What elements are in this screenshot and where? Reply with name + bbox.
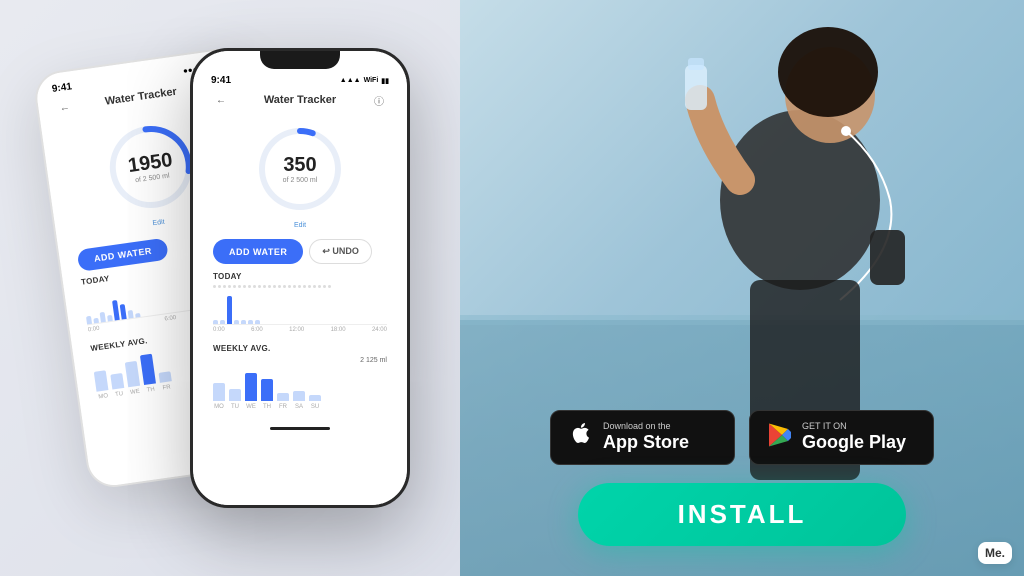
google-play-text: GET IT ON Google Play bbox=[802, 421, 906, 453]
fg-status-icons: ▲▲▲ WiFi ▮▮ bbox=[340, 77, 389, 85]
fg-circle-progress: 350 of 2 500 ml bbox=[255, 124, 345, 214]
bg-status-time: 9:41 bbox=[51, 81, 72, 95]
fg-status-time: 9:41 bbox=[211, 75, 231, 86]
app-store-text: Download on the App Store bbox=[603, 421, 689, 453]
fg-today-chart: 0:006:0012:0018:0024:00 bbox=[201, 290, 399, 340]
google-play-sub: GET IT ON bbox=[802, 421, 906, 432]
bg-back-icon[interactable]: ← bbox=[56, 98, 74, 116]
fg-nav-title: Water Tracker bbox=[264, 94, 336, 106]
apple-icon bbox=[569, 421, 593, 454]
phones-container: 9:41 ●●●WiFi▮ ← Water Tracker ⓘ bbox=[50, 28, 410, 548]
app-store-main: App Store bbox=[603, 432, 689, 454]
bg-edit-link[interactable]: Edit bbox=[152, 219, 165, 228]
app-store-button[interactable]: Download on the App Store bbox=[550, 410, 735, 465]
fg-weekly-label: WEEKLY AVG. bbox=[201, 344, 399, 353]
fg-weekly-chart: MO TU WE TH FR SA SU bbox=[201, 366, 399, 421]
fg-weekly-amount: 2 125 ml bbox=[201, 357, 399, 364]
fg-today-label: TODAY bbox=[201, 272, 399, 281]
fg-dot-grid bbox=[201, 285, 399, 288]
app-store-sub: Download on the bbox=[603, 421, 689, 432]
fg-edit-link[interactable]: Edit bbox=[294, 222, 306, 229]
fg-circle-sub: of 2 500 ml bbox=[283, 177, 318, 184]
fg-undo-btn[interactable]: ↩ UNDO bbox=[309, 239, 372, 264]
fg-back-icon[interactable]: ← bbox=[213, 92, 229, 108]
google-play-button[interactable]: GET IT ON Google Play bbox=[749, 410, 934, 464]
google-play-icon bbox=[768, 422, 792, 453]
right-panel: Download on the App Store GET IT ON Go bbox=[460, 0, 1024, 576]
bg-circle-progress: 1950 of 2 500 ml bbox=[100, 116, 202, 218]
google-play-main: Google Play bbox=[802, 432, 906, 454]
fg-add-water-btn[interactable]: ADD WATER bbox=[213, 239, 303, 264]
fg-circle-value: 350 bbox=[283, 155, 316, 175]
fg-info-icon[interactable]: ⓘ bbox=[371, 92, 387, 108]
install-button[interactable]: INSTALL bbox=[578, 483, 907, 546]
fg-action-buttons: ADD WATER ↩ UNDO bbox=[201, 235, 399, 268]
right-content-overlay: Download on the App Store GET IT ON Go bbox=[460, 410, 1024, 546]
store-buttons-group: Download on the App Store GET IT ON Go bbox=[550, 410, 934, 465]
phone-foreground: 9:41 ▲▲▲ WiFi ▮▮ ← Water Tracker ⓘ bbox=[190, 48, 410, 508]
left-panel: 9:41 ●●●WiFi▮ ← Water Tracker ⓘ bbox=[0, 0, 460, 576]
bg-nav-title: Water Tracker bbox=[104, 86, 177, 108]
